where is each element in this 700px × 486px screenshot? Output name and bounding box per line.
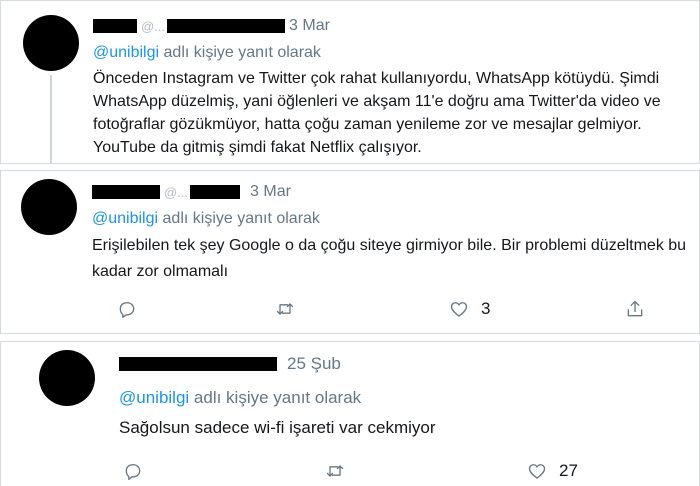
like-count: 3 — [481, 299, 491, 318]
redacted-handle: @... — [164, 184, 189, 200]
tweet-header: 25 Şub — [119, 354, 341, 374]
avatar[interactable] — [23, 15, 79, 71]
tweet-text: Erişilebilen tek şey Google o da çoğu si… — [92, 237, 687, 280]
tweet-text: Sağolsun sadece wi-fi işareti var cekmiy… — [119, 418, 436, 437]
tweet-date[interactable]: 3 Mar — [289, 17, 330, 35]
retweet-button[interactable] — [275, 299, 295, 319]
tweet-actions: 3 — [117, 297, 677, 321]
mention-link[interactable]: @unibilgi — [92, 210, 158, 227]
tweet-text: Önceden Instagram ve Twitter çok rahat k… — [93, 70, 661, 156]
tweet-card[interactable]: @... 3 Mar @unibilgi adlı kişiye yanıt o… — [0, 170, 700, 334]
share-button[interactable] — [625, 299, 645, 319]
redacted-username — [93, 19, 137, 33]
like-button[interactable]: 3 — [449, 299, 490, 319]
tweet-header: @... 3 Mar — [93, 17, 330, 35]
replying-to: @unibilgi adlı kişiye yanıt olarak — [93, 44, 321, 62]
reply-button[interactable] — [117, 299, 137, 319]
tweet-date[interactable]: 25 Şub — [287, 354, 341, 374]
mention-link[interactable]: @unibilgi — [119, 388, 189, 407]
replying-label: adlı kişiye yanıt olarak — [163, 44, 321, 61]
like-count: 27 — [559, 461, 578, 480]
share-icon — [627, 300, 643, 317]
avatar[interactable] — [21, 179, 77, 235]
tweet-date[interactable]: 3 Mar — [250, 183, 291, 201]
reply-icon — [119, 302, 135, 318]
retweet-icon — [326, 465, 344, 477]
replying-label: adlı kişiye yanıt olarak — [193, 388, 362, 407]
heart-icon — [528, 464, 546, 479]
redacted-handle-bar — [167, 19, 286, 33]
avatar[interactable] — [39, 350, 95, 406]
tweet-header: @... 3 Mar — [92, 183, 291, 201]
redacted-handle: @... — [141, 18, 166, 34]
mention-link[interactable]: @unibilgi — [93, 44, 159, 61]
replying-label: adlı kişiye yanıt olarak — [162, 210, 320, 227]
tweet-actions: 27 — [123, 459, 683, 483]
heart-icon — [450, 302, 468, 317]
redacted-username — [92, 185, 160, 199]
replying-to: @unibilgi adlı kişiye yanıt olarak — [92, 210, 320, 228]
redacted-handle-bar — [190, 185, 241, 199]
reply-icon — [125, 464, 141, 480]
reply-button[interactable] — [123, 461, 143, 481]
like-button[interactable]: 27 — [527, 461, 578, 481]
retweet-icon — [276, 303, 294, 315]
replying-to: @unibilgi adlı kişiye yanıt olarak — [119, 388, 361, 408]
thread-line — [50, 75, 52, 163]
tweet-card[interactable]: 25 Şub @unibilgi adlı kişiye yanıt olara… — [0, 341, 700, 486]
tweet-card[interactable]: @... 3 Mar @unibilgi adlı kişiye yanıt o… — [0, 0, 700, 164]
retweet-button[interactable] — [325, 461, 345, 481]
redacted-username — [119, 357, 277, 371]
